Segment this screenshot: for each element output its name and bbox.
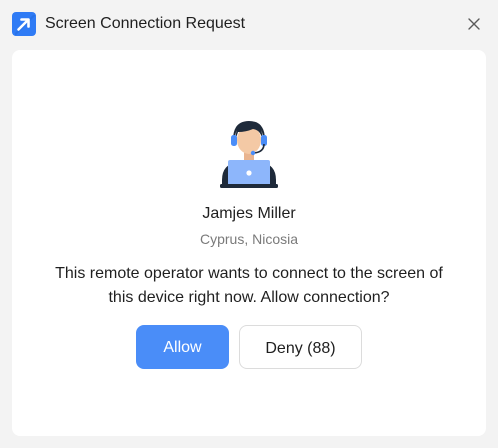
title-bar: Screen Connection Request — [0, 0, 498, 48]
support-operator-icon — [218, 116, 280, 188]
allow-button[interactable]: Allow — [136, 325, 229, 369]
close-button[interactable] — [462, 12, 486, 36]
request-card: Jamjes Miller Cyprus, Nicosia This remot… — [12, 50, 486, 436]
close-icon — [468, 18, 480, 30]
deny-button[interactable]: Deny (88) — [239, 325, 362, 369]
request-message: This remote operator wants to connect to… — [55, 265, 443, 306]
operator-name: Jamjes Miller — [202, 205, 296, 222]
connection-request-dialog: Screen Connection Request Jamjes Miller … — [0, 0, 498, 448]
operator-location: Cyprus, Nicosia — [199, 231, 299, 247]
arrow-up-right-icon — [12, 12, 36, 36]
window-title: Screen Connection Request — [45, 15, 246, 32]
